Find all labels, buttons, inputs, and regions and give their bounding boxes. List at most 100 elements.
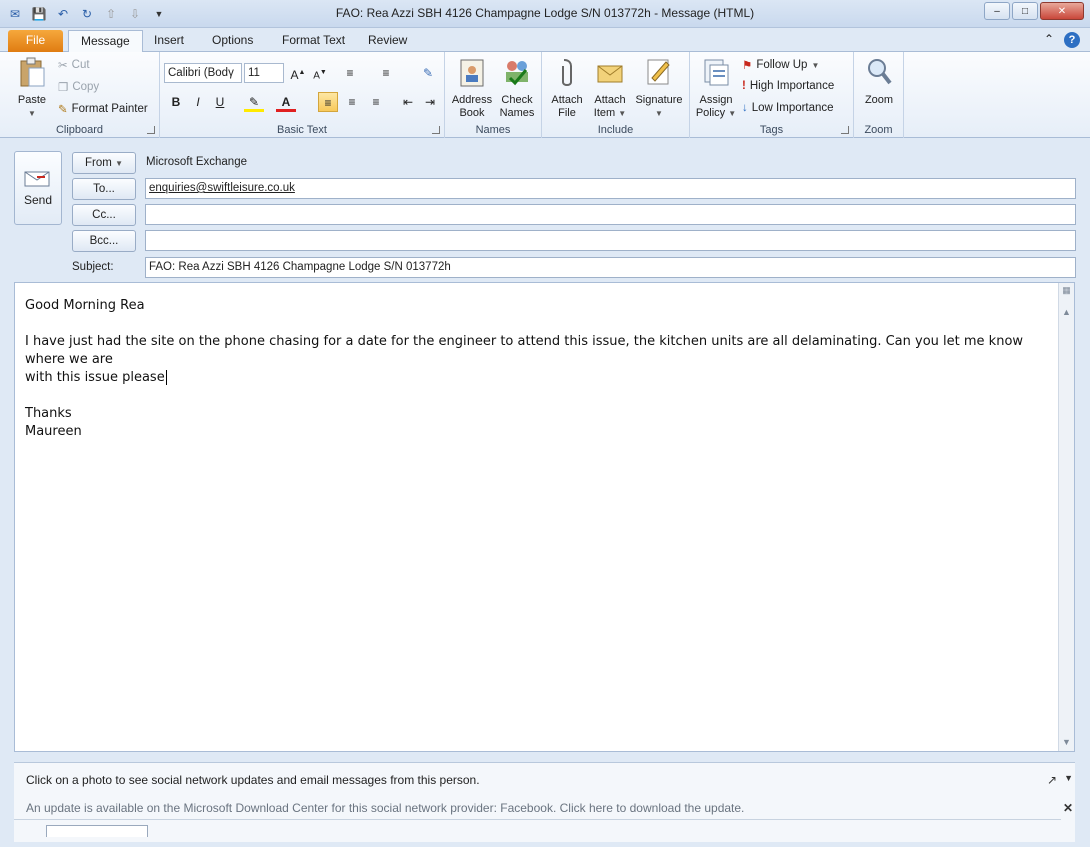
tags-dialog-launcher[interactable] bbox=[841, 126, 849, 134]
shrink-font-icon[interactable]: A▼ bbox=[310, 63, 330, 83]
increase-indent-icon[interactable]: ⇥ bbox=[420, 92, 440, 112]
grow-font-icon[interactable]: A▲ bbox=[288, 63, 308, 83]
font-size-combo[interactable]: 11 bbox=[244, 63, 284, 83]
minimize-button[interactable]: – bbox=[984, 2, 1010, 20]
format-painter-label: Format Painter bbox=[71, 103, 148, 115]
update-notice[interactable]: An update is available on the Microsoft … bbox=[26, 801, 744, 815]
names-group: Address Book Check Names Names bbox=[445, 52, 542, 138]
italic-button[interactable]: I bbox=[188, 92, 208, 112]
cc-button[interactable]: Cc... bbox=[72, 204, 136, 226]
dismiss-update-icon[interactable]: ✕ bbox=[1063, 801, 1073, 815]
minimize-ribbon-icon[interactable]: ⌃ bbox=[1044, 32, 1054, 48]
address-book-icon bbox=[460, 59, 484, 87]
bcc-field[interactable] bbox=[145, 230, 1076, 251]
tags-group: Assign Policy ▼ ⚑ Follow Up ▼ ! High Import… bbox=[690, 52, 854, 138]
zoom-label: Zoom bbox=[864, 94, 894, 106]
zoom-group-label: Zoom bbox=[864, 124, 893, 136]
tab-message[interactable]: Message bbox=[68, 30, 143, 52]
format-painter-button[interactable]: ✎ Format Painter bbox=[58, 102, 148, 116]
high-importance-label: High Importance bbox=[749, 80, 835, 92]
highlight-icon[interactable]: ✎ bbox=[244, 92, 264, 112]
restore-button[interactable]: □ bbox=[1012, 2, 1038, 20]
subject-field[interactable]: FAO: Rea Azzi SBH 4126 Champagne Lodge S… bbox=[145, 257, 1076, 278]
tab-options[interactable]: Options bbox=[200, 30, 265, 52]
bcc-button[interactable]: Bcc... bbox=[72, 230, 136, 252]
collapse-people-pane-icon[interactable]: ▼ bbox=[1064, 773, 1073, 783]
check-names-label: Check Names bbox=[499, 94, 535, 119]
align-left-icon[interactable]: ≡ bbox=[318, 92, 338, 112]
help-icon[interactable]: ? bbox=[1064, 32, 1080, 48]
signature-button[interactable]: Signature ▼ bbox=[632, 56, 686, 120]
scroll-down-icon[interactable]: ▼ bbox=[1061, 737, 1072, 749]
down-arrow-importance-icon: ↓ bbox=[742, 102, 748, 114]
scissors-icon: ✂ bbox=[58, 60, 68, 72]
align-right-icon[interactable]: ≡ bbox=[366, 92, 386, 112]
cut-button[interactable]: ✂ Cut bbox=[58, 58, 90, 72]
attach-item-button[interactable]: Attach Item ▼ bbox=[588, 56, 632, 120]
to-button[interactable]: To... bbox=[72, 178, 136, 200]
cc-field[interactable] bbox=[145, 204, 1076, 225]
send-label: Send bbox=[23, 193, 53, 207]
address-book-button[interactable]: Address Book bbox=[449, 56, 495, 120]
ruler-toggle-icon[interactable]: ▦ bbox=[1061, 285, 1072, 297]
close-button[interactable]: ✕ bbox=[1040, 2, 1084, 20]
message-body[interactable]: Good Morning Rea I have just had the sit… bbox=[14, 282, 1075, 752]
names-group-label: Names bbox=[475, 124, 511, 136]
people-pane-divider bbox=[14, 819, 1061, 820]
zoom-button[interactable]: Zoom bbox=[858, 56, 900, 107]
check-names-button[interactable]: Check Names bbox=[495, 56, 539, 120]
paste-icon bbox=[20, 57, 45, 87]
follow-up-button[interactable]: ⚑ Follow Up ▼ bbox=[742, 58, 819, 72]
send-button[interactable]: Send bbox=[14, 151, 62, 225]
from-button[interactable]: From ▼ bbox=[72, 152, 136, 174]
bullets-icon[interactable]: ≡ bbox=[340, 63, 360, 83]
numbering-icon[interactable]: ≡ bbox=[376, 63, 396, 83]
scroll-up-icon[interactable]: ▲ bbox=[1061, 307, 1072, 319]
body-scrollbar[interactable]: ▦ ▲ ▼ bbox=[1058, 283, 1074, 751]
paperclip-icon bbox=[562, 59, 572, 86]
address-book-label: Address Book bbox=[451, 94, 493, 119]
decrease-indent-icon[interactable]: ⇤ bbox=[398, 92, 418, 112]
flag-icon: ⚑ bbox=[742, 60, 753, 72]
photo-strip-tab[interactable] bbox=[46, 825, 148, 837]
tab-review[interactable]: Review bbox=[356, 30, 419, 52]
title-bar: ✉ 💾 ↶ ↻ ⇧ ⇩ ▼ FAO: Rea Azzi SBH 4126 Cha… bbox=[0, 0, 1090, 28]
body-greeting: Good Morning Rea bbox=[25, 298, 145, 313]
basic-text-dialog-launcher[interactable] bbox=[432, 126, 440, 134]
align-center-icon[interactable]: ≡ bbox=[342, 92, 362, 112]
cut-label: Cut bbox=[71, 59, 90, 71]
message-body-text[interactable]: Good Morning Rea I have just had the sit… bbox=[25, 297, 1055, 441]
signature-icon bbox=[647, 59, 670, 85]
window-title: FAO: Rea Azzi SBH 4126 Champagne Lodge S… bbox=[335, 6, 755, 20]
attach-file-label: Attach File bbox=[551, 94, 583, 119]
paste-button[interactable]: Paste ▼ bbox=[12, 56, 52, 120]
clipboard-dialog-launcher[interactable] bbox=[147, 126, 155, 134]
follow-up-label: Follow Up bbox=[756, 59, 808, 71]
copy-button[interactable]: ❐ Copy bbox=[58, 80, 99, 94]
font-color-icon[interactable]: A bbox=[276, 92, 296, 112]
basic-text-group-label: Basic Text bbox=[277, 124, 327, 136]
assign-policy-button[interactable]: Assign Policy ▼ bbox=[694, 56, 738, 120]
attach-file-button[interactable]: Attach File bbox=[546, 56, 588, 120]
window-controls: – □ ✕ bbox=[984, 2, 1084, 20]
bold-button[interactable]: B bbox=[166, 92, 186, 112]
ribbon: Paste ▼ ✂ Cut ❐ Copy ✎ Format Painter Clipbo… bbox=[0, 52, 1090, 138]
tab-file[interactable]: File bbox=[8, 30, 63, 52]
low-importance-button[interactable]: ↓ Low Importance bbox=[742, 102, 834, 114]
styles-icon[interactable]: ✎ bbox=[418, 63, 438, 83]
to-field[interactable]: enquiries@swiftleisure.co.uk bbox=[145, 178, 1076, 199]
body-thanks: Thanks bbox=[25, 406, 72, 421]
high-importance-button[interactable]: ! High Importance bbox=[742, 80, 834, 92]
check-names-icon bbox=[506, 61, 528, 86]
underline-button[interactable]: U bbox=[210, 92, 230, 112]
envelope-icon bbox=[597, 65, 623, 83]
body-signature: Maureen bbox=[25, 424, 82, 439]
tab-insert[interactable]: Insert bbox=[142, 30, 196, 52]
body-line-1: I have just had the site on the phone ch… bbox=[25, 334, 1024, 367]
basic-text-group: Calibri (Bodγ 11 A▲ A▼ ≡ ≡ ✎ B I U ✎ A ≡… bbox=[160, 52, 445, 138]
people-pane-message[interactable]: Click on a photo to see social network u… bbox=[26, 773, 480, 787]
font-name-combo[interactable]: Calibri (Bodγ bbox=[164, 63, 242, 83]
expand-people-pane-icon[interactable]: ↗ bbox=[1047, 773, 1057, 787]
include-group-label: Include bbox=[597, 124, 634, 136]
tab-format-text[interactable]: Format Text bbox=[270, 30, 357, 52]
